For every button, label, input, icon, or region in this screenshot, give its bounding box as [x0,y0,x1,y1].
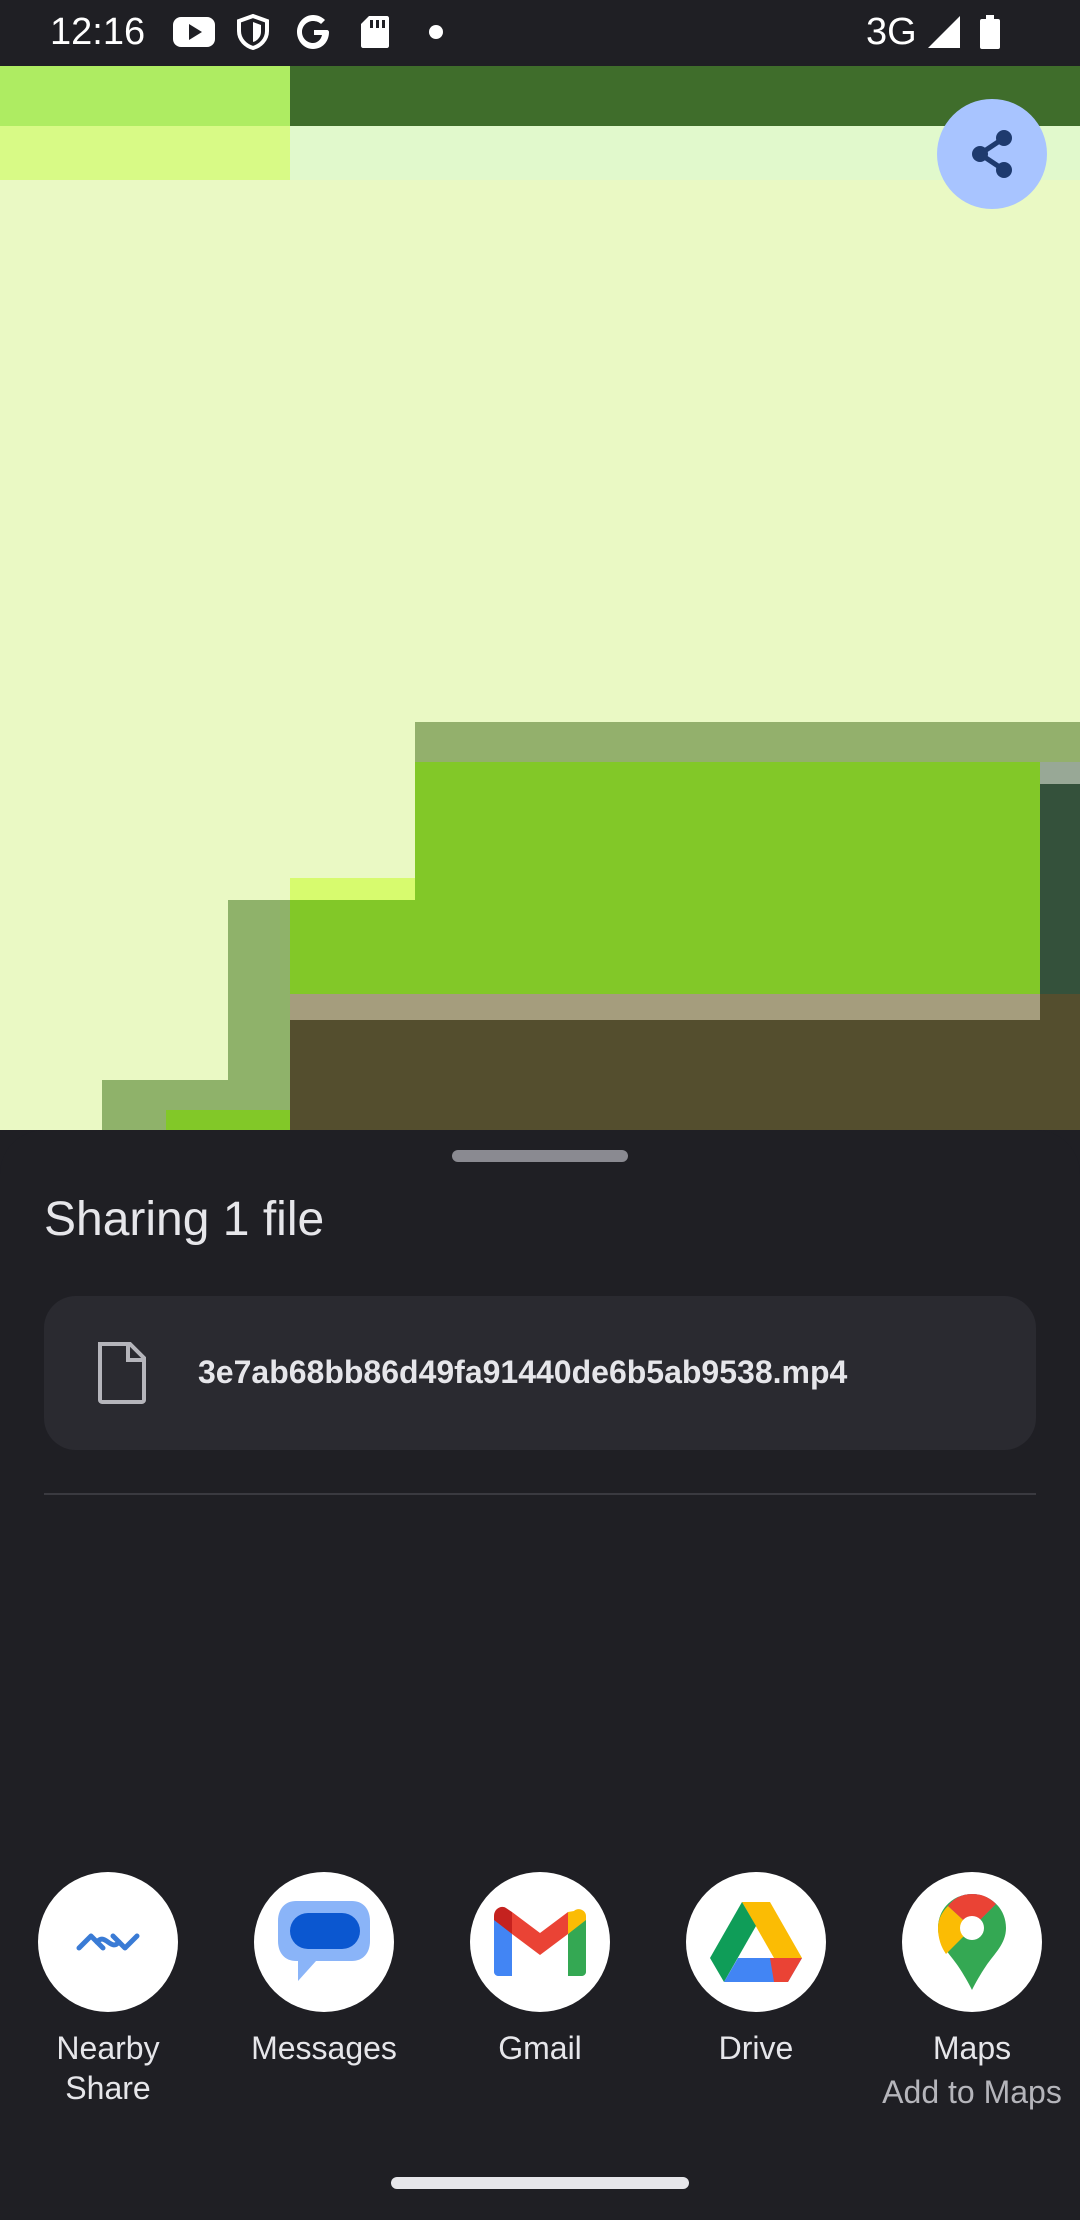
share-sheet: Sharing 1 file 3e7ab68bb86d49fa91440de6b… [0,1130,1080,2220]
notification-dot-icon [429,25,443,39]
nearby-share-icon [76,1933,140,1951]
signal-icon [928,16,960,48]
file-icon [98,1342,146,1404]
sd-card-icon [361,16,389,48]
maps-icon [938,1894,1006,1990]
drive-icon [710,1902,802,1982]
messages-icon [278,1901,370,1981]
drag-handle[interactable] [452,1150,628,1162]
app-drive[interactable]: Drive [648,1872,864,2152]
background-image [0,66,1080,1130]
app-label-line2: Share [65,2070,151,2106]
navigation-handle[interactable] [391,2177,689,2189]
status-time: 12:16 [50,11,146,53]
app-targets: Nearby Share Messages Gmail Drive Maps A… [0,1872,1080,2152]
youtube-icon [173,17,215,47]
app-label: Messages [251,2030,397,2066]
share-icon [972,130,1012,178]
app-gmail[interactable]: Gmail [432,1872,648,2152]
app-maps[interactable]: Maps Add to Maps [864,1872,1080,2152]
status-bar: 12:16 3G [0,0,1080,66]
app-nearby-share[interactable]: Nearby Share [0,1872,216,2152]
file-name: 3e7ab68bb86d49fa91440de6b5ab9538.mp4 [198,1354,848,1390]
network-type: 3G [866,11,917,53]
divider [44,1493,1036,1495]
gmail-icon [494,1906,586,1976]
app-label: Drive [718,2030,794,2066]
app-messages[interactable]: Messages [216,1872,432,2152]
app-label: Gmail [498,2030,582,2066]
app-label: Nearby [56,2030,160,2066]
share-button[interactable] [937,99,1047,209]
app-label: Maps [932,2030,1012,2066]
file-preview-card: 3e7ab68bb86d49fa91440de6b5ab9538.mp4 [44,1296,1036,1450]
battery-icon [980,15,1000,49]
shield-icon [237,14,269,50]
google-icon [297,15,329,49]
sheet-title: Sharing 1 file [44,1193,325,1246]
app-sublabel: Add to Maps [882,2074,1062,2110]
